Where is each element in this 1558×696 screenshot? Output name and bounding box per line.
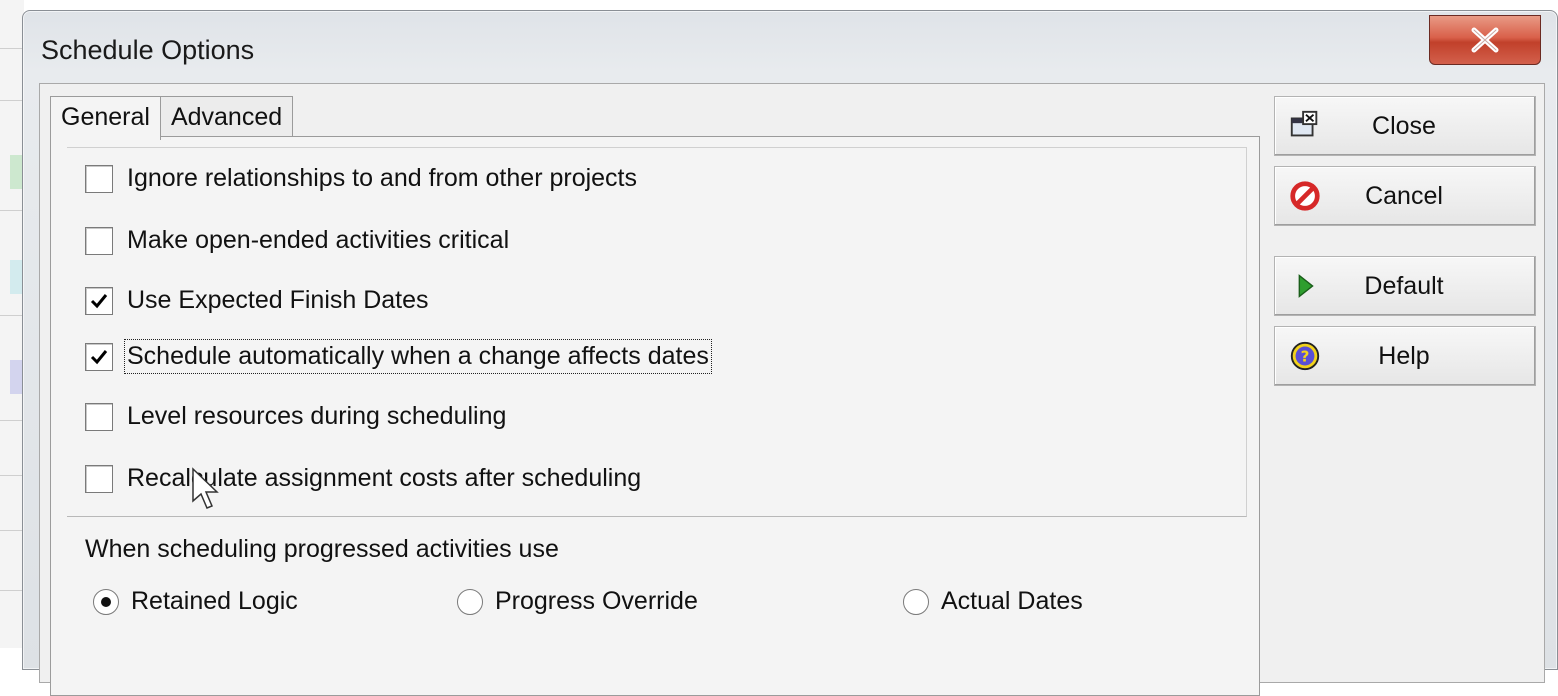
option-label: Level resources during scheduling xyxy=(127,402,507,430)
button-label: Help xyxy=(1378,341,1430,370)
checkbox[interactable] xyxy=(85,464,113,493)
button-label: Close xyxy=(1372,111,1436,140)
option-schedule-automatically[interactable]: Schedule automatically when a change aff… xyxy=(85,339,712,374)
window-close-button[interactable] xyxy=(1429,15,1541,65)
radio-label: Actual Dates xyxy=(941,587,1083,615)
help-button[interactable]: ? Help xyxy=(1274,326,1536,386)
checkbox[interactable] xyxy=(85,342,113,371)
dialog-title: Schedule Options xyxy=(41,35,255,65)
option-ignore-relationships[interactable]: Ignore relationships to and from other p… xyxy=(85,164,637,193)
cancel-button[interactable]: Cancel xyxy=(1274,166,1536,226)
radio-button[interactable] xyxy=(457,588,483,615)
radio-actual-dates[interactable]: Actual Dates xyxy=(903,587,1083,616)
schedule-options-dialog: Schedule Options General Advanced Ignore… xyxy=(22,10,1558,696)
checkbox[interactable] xyxy=(85,402,113,431)
tab-strip: General Advanced xyxy=(50,96,294,140)
checkmark-icon xyxy=(90,349,108,364)
dialog-client-area: General Advanced Ignore relationships to… xyxy=(39,83,1545,696)
progressed-activities-label: When scheduling progressed activities us… xyxy=(85,535,559,563)
radio-button[interactable] xyxy=(93,588,119,615)
option-label: Ignore relationships to and from other p… xyxy=(127,164,637,192)
option-label: Make open-ended activities critical xyxy=(127,226,510,254)
option-level-resources[interactable]: Level resources during scheduling xyxy=(85,402,506,431)
button-label: Cancel xyxy=(1365,181,1443,210)
play-arrow-icon xyxy=(1287,268,1323,304)
radio-button[interactable] xyxy=(903,588,929,615)
svg-text:?: ? xyxy=(1301,348,1310,366)
general-tab-panel: Ignore relationships to and from other p… xyxy=(50,136,1260,696)
close-button[interactable]: Close xyxy=(1274,96,1536,156)
help-icon: ? xyxy=(1287,338,1323,374)
cancel-icon xyxy=(1287,178,1323,214)
radio-progress-override[interactable]: Progress Override xyxy=(457,587,698,616)
checkbox[interactable] xyxy=(85,226,113,255)
radio-retained-logic[interactable]: Retained Logic xyxy=(93,587,298,616)
close-icon xyxy=(1471,27,1499,53)
scheduling-options-group: Ignore relationships to and from other p… xyxy=(67,147,1247,517)
option-recalculate-costs[interactable]: Recalculate assignment costs after sched… xyxy=(85,464,641,493)
option-label: Use Expected Finish Dates xyxy=(127,286,429,314)
radio-label: Retained Logic xyxy=(131,587,298,615)
button-label: Default xyxy=(1364,271,1444,300)
checkbox[interactable] xyxy=(85,286,113,315)
default-button[interactable]: Default xyxy=(1274,256,1536,316)
option-expected-finish[interactable]: Use Expected Finish Dates xyxy=(85,286,429,315)
background-app-strip xyxy=(0,0,24,648)
option-open-ended-critical[interactable]: Make open-ended activities critical xyxy=(85,226,509,255)
tab-advanced[interactable]: Advanced xyxy=(159,96,294,138)
mouse-pointer-icon xyxy=(192,467,219,509)
option-label: Schedule automatically when a change aff… xyxy=(124,339,712,374)
tab-general[interactable]: General xyxy=(50,96,161,140)
radio-label: Progress Override xyxy=(495,587,698,615)
checkmark-icon xyxy=(90,293,108,308)
checkbox[interactable] xyxy=(85,164,113,193)
close-window-icon xyxy=(1287,108,1323,144)
